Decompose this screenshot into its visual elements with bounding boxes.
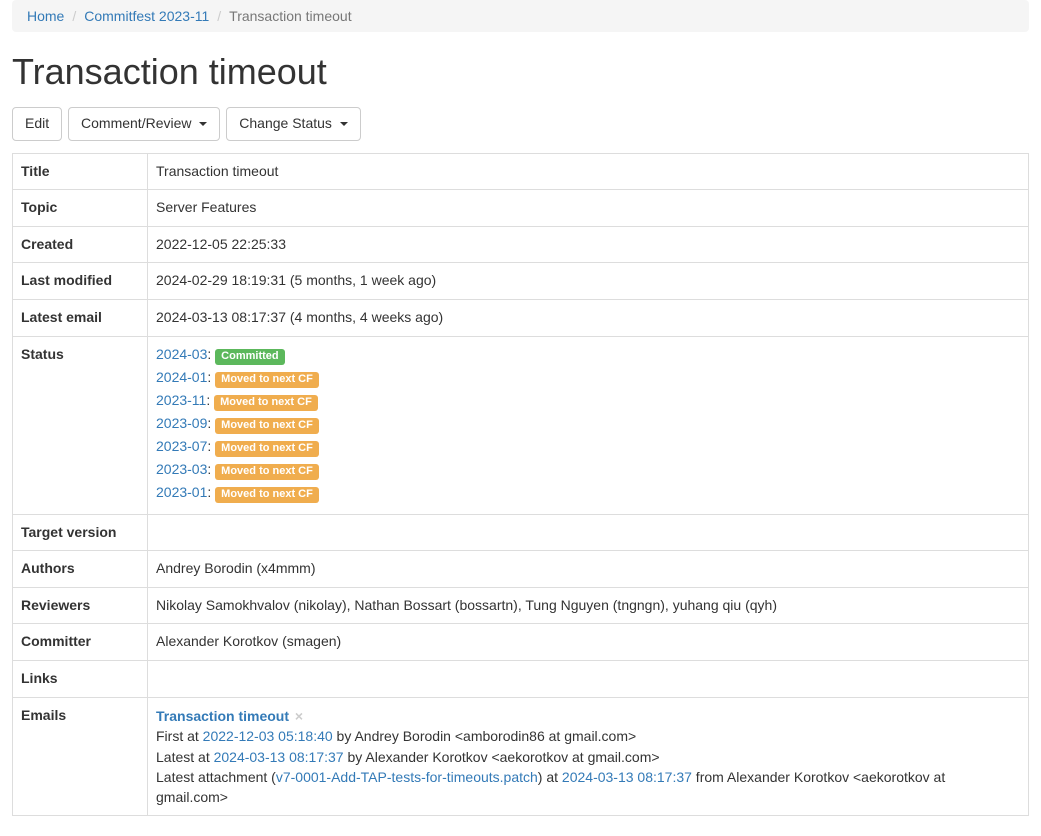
status-period-link[interactable]: 2023-09 bbox=[156, 415, 207, 431]
table-row: Created 2022-12-05 22:25:33 bbox=[13, 226, 1029, 263]
status-line: 2023-07: Moved to next CF bbox=[156, 437, 1020, 457]
table-row: Last modified 2024-02-29 18:19:31 (5 mon… bbox=[13, 263, 1029, 300]
email-attach-time-link[interactable]: 2024-03-13 08:17:37 bbox=[562, 769, 692, 785]
email-latest-time-link[interactable]: 2024-03-13 08:17:37 bbox=[214, 749, 344, 765]
status-period-link[interactable]: 2023-11 bbox=[156, 392, 206, 408]
value-links bbox=[148, 660, 1029, 697]
value-authors: Andrey Borodin (x4mmm) bbox=[148, 551, 1029, 588]
details-table: Title Transaction timeout Topic Server F… bbox=[12, 153, 1029, 817]
breadcrumb-current: Transaction timeout bbox=[209, 8, 351, 24]
value-latest-email: 2024-03-13 08:17:37 (4 months, 4 weeks a… bbox=[148, 299, 1029, 336]
status-line: 2023-11: Moved to next CF bbox=[156, 391, 1020, 411]
label-links: Links bbox=[13, 660, 148, 697]
status-period-link[interactable]: 2024-03 bbox=[156, 346, 207, 362]
status-badge: Moved to next CF bbox=[215, 464, 319, 480]
status-line: 2023-03: Moved to next CF bbox=[156, 460, 1020, 480]
status-badge: Moved to next CF bbox=[214, 395, 318, 411]
email-attach-prefix: Latest attachment ( bbox=[156, 769, 276, 785]
breadcrumb-home[interactable]: Home bbox=[27, 8, 64, 24]
status-period-link[interactable]: 2023-01 bbox=[156, 484, 207, 500]
status-badge: Moved to next CF bbox=[215, 441, 319, 457]
value-target-version bbox=[148, 514, 1029, 551]
email-first-by: by Andrey Borodin <amborodin86 at gmail.… bbox=[333, 728, 637, 744]
email-attach-paren-at: ) at bbox=[538, 769, 562, 785]
label-emails: Emails bbox=[13, 697, 148, 816]
change-status-label: Change Status bbox=[239, 115, 332, 131]
status-line: 2023-09: Moved to next CF bbox=[156, 414, 1020, 434]
value-topic: Server Features bbox=[148, 190, 1029, 227]
value-committer: Alexander Korotkov (smagen) bbox=[148, 624, 1029, 661]
caret-down-icon bbox=[340, 122, 348, 126]
table-row: Topic Server Features bbox=[13, 190, 1029, 227]
value-status: 2024-03: Committed 2024-01: Moved to next… bbox=[148, 336, 1029, 514]
value-last-modified: 2024-02-29 18:19:31 (5 months, 1 week ag… bbox=[148, 263, 1029, 300]
status-line: 2024-01: Moved to next CF bbox=[156, 368, 1020, 388]
table-row: Title Transaction timeout bbox=[13, 153, 1029, 190]
close-icon[interactable]: × bbox=[295, 708, 303, 724]
value-reviewers: Nikolay Samokhvalov (nikolay), Nathan Bo… bbox=[148, 587, 1029, 624]
email-latest-prefix: Latest at bbox=[156, 749, 214, 765]
page-title: Transaction timeout bbox=[12, 52, 1029, 92]
table-row: Committer Alexander Korotkov (smagen) bbox=[13, 624, 1029, 661]
value-emails: Transaction timeout × First at 2022-12-0… bbox=[148, 697, 1029, 816]
email-thread-title-link[interactable]: Transaction timeout bbox=[156, 708, 289, 724]
email-attach-name-link[interactable]: v7-0001-Add-TAP-tests-for-timeouts.patch bbox=[276, 769, 538, 785]
status-line: 2023-01: Moved to next CF bbox=[156, 483, 1020, 503]
table-row: Authors Andrey Borodin (x4mmm) bbox=[13, 551, 1029, 588]
status-badge: Committed bbox=[215, 349, 284, 365]
email-first-time-link[interactable]: 2022-12-03 05:18:40 bbox=[203, 728, 333, 744]
label-status: Status bbox=[13, 336, 148, 514]
caret-down-icon bbox=[199, 122, 207, 126]
status-period-link[interactable]: 2023-03 bbox=[156, 461, 207, 477]
comment-review-label: Comment/Review bbox=[81, 115, 191, 131]
email-latest-by: by Alexander Korotkov <aekorotkov at gma… bbox=[344, 749, 660, 765]
label-last-modified: Last modified bbox=[13, 263, 148, 300]
table-row: Reviewers Nikolay Samokhvalov (nikolay),… bbox=[13, 587, 1029, 624]
change-status-button[interactable]: Change Status bbox=[226, 107, 361, 141]
table-row: Links bbox=[13, 660, 1029, 697]
status-badge: Moved to next CF bbox=[215, 418, 319, 434]
label-title: Title bbox=[13, 153, 148, 190]
breadcrumb-commitfest[interactable]: Commitfest 2023-11 bbox=[84, 8, 209, 24]
table-row: Target version bbox=[13, 514, 1029, 551]
label-authors: Authors bbox=[13, 551, 148, 588]
action-toolbar: Edit Comment/Review Change Status bbox=[12, 107, 1029, 141]
label-committer: Committer bbox=[13, 624, 148, 661]
status-badge: Moved to next CF bbox=[215, 372, 319, 388]
edit-button[interactable]: Edit bbox=[12, 107, 62, 141]
status-period-link[interactable]: 2024-01 bbox=[156, 369, 207, 385]
table-row: Status 2024-03: Committed 2024-01: Moved … bbox=[13, 336, 1029, 514]
email-first-prefix: First at bbox=[156, 728, 203, 744]
table-row: Latest email 2024-03-13 08:17:37 (4 mont… bbox=[13, 299, 1029, 336]
breadcrumb: Home Commitfest 2023-11 Transaction time… bbox=[12, 0, 1029, 32]
label-topic: Topic bbox=[13, 190, 148, 227]
label-created: Created bbox=[13, 226, 148, 263]
label-reviewers: Reviewers bbox=[13, 587, 148, 624]
value-created: 2022-12-05 22:25:33 bbox=[148, 226, 1029, 263]
value-title: Transaction timeout bbox=[148, 153, 1029, 190]
status-period-link[interactable]: 2023-07 bbox=[156, 438, 207, 454]
status-badge: Moved to next CF bbox=[215, 487, 319, 503]
table-row: Emails Transaction timeout × First at 20… bbox=[13, 697, 1029, 816]
status-line: 2024-03: Committed bbox=[156, 345, 1020, 365]
comment-review-button[interactable]: Comment/Review bbox=[68, 107, 220, 141]
label-target-version: Target version bbox=[13, 514, 148, 551]
label-latest-email: Latest email bbox=[13, 299, 148, 336]
